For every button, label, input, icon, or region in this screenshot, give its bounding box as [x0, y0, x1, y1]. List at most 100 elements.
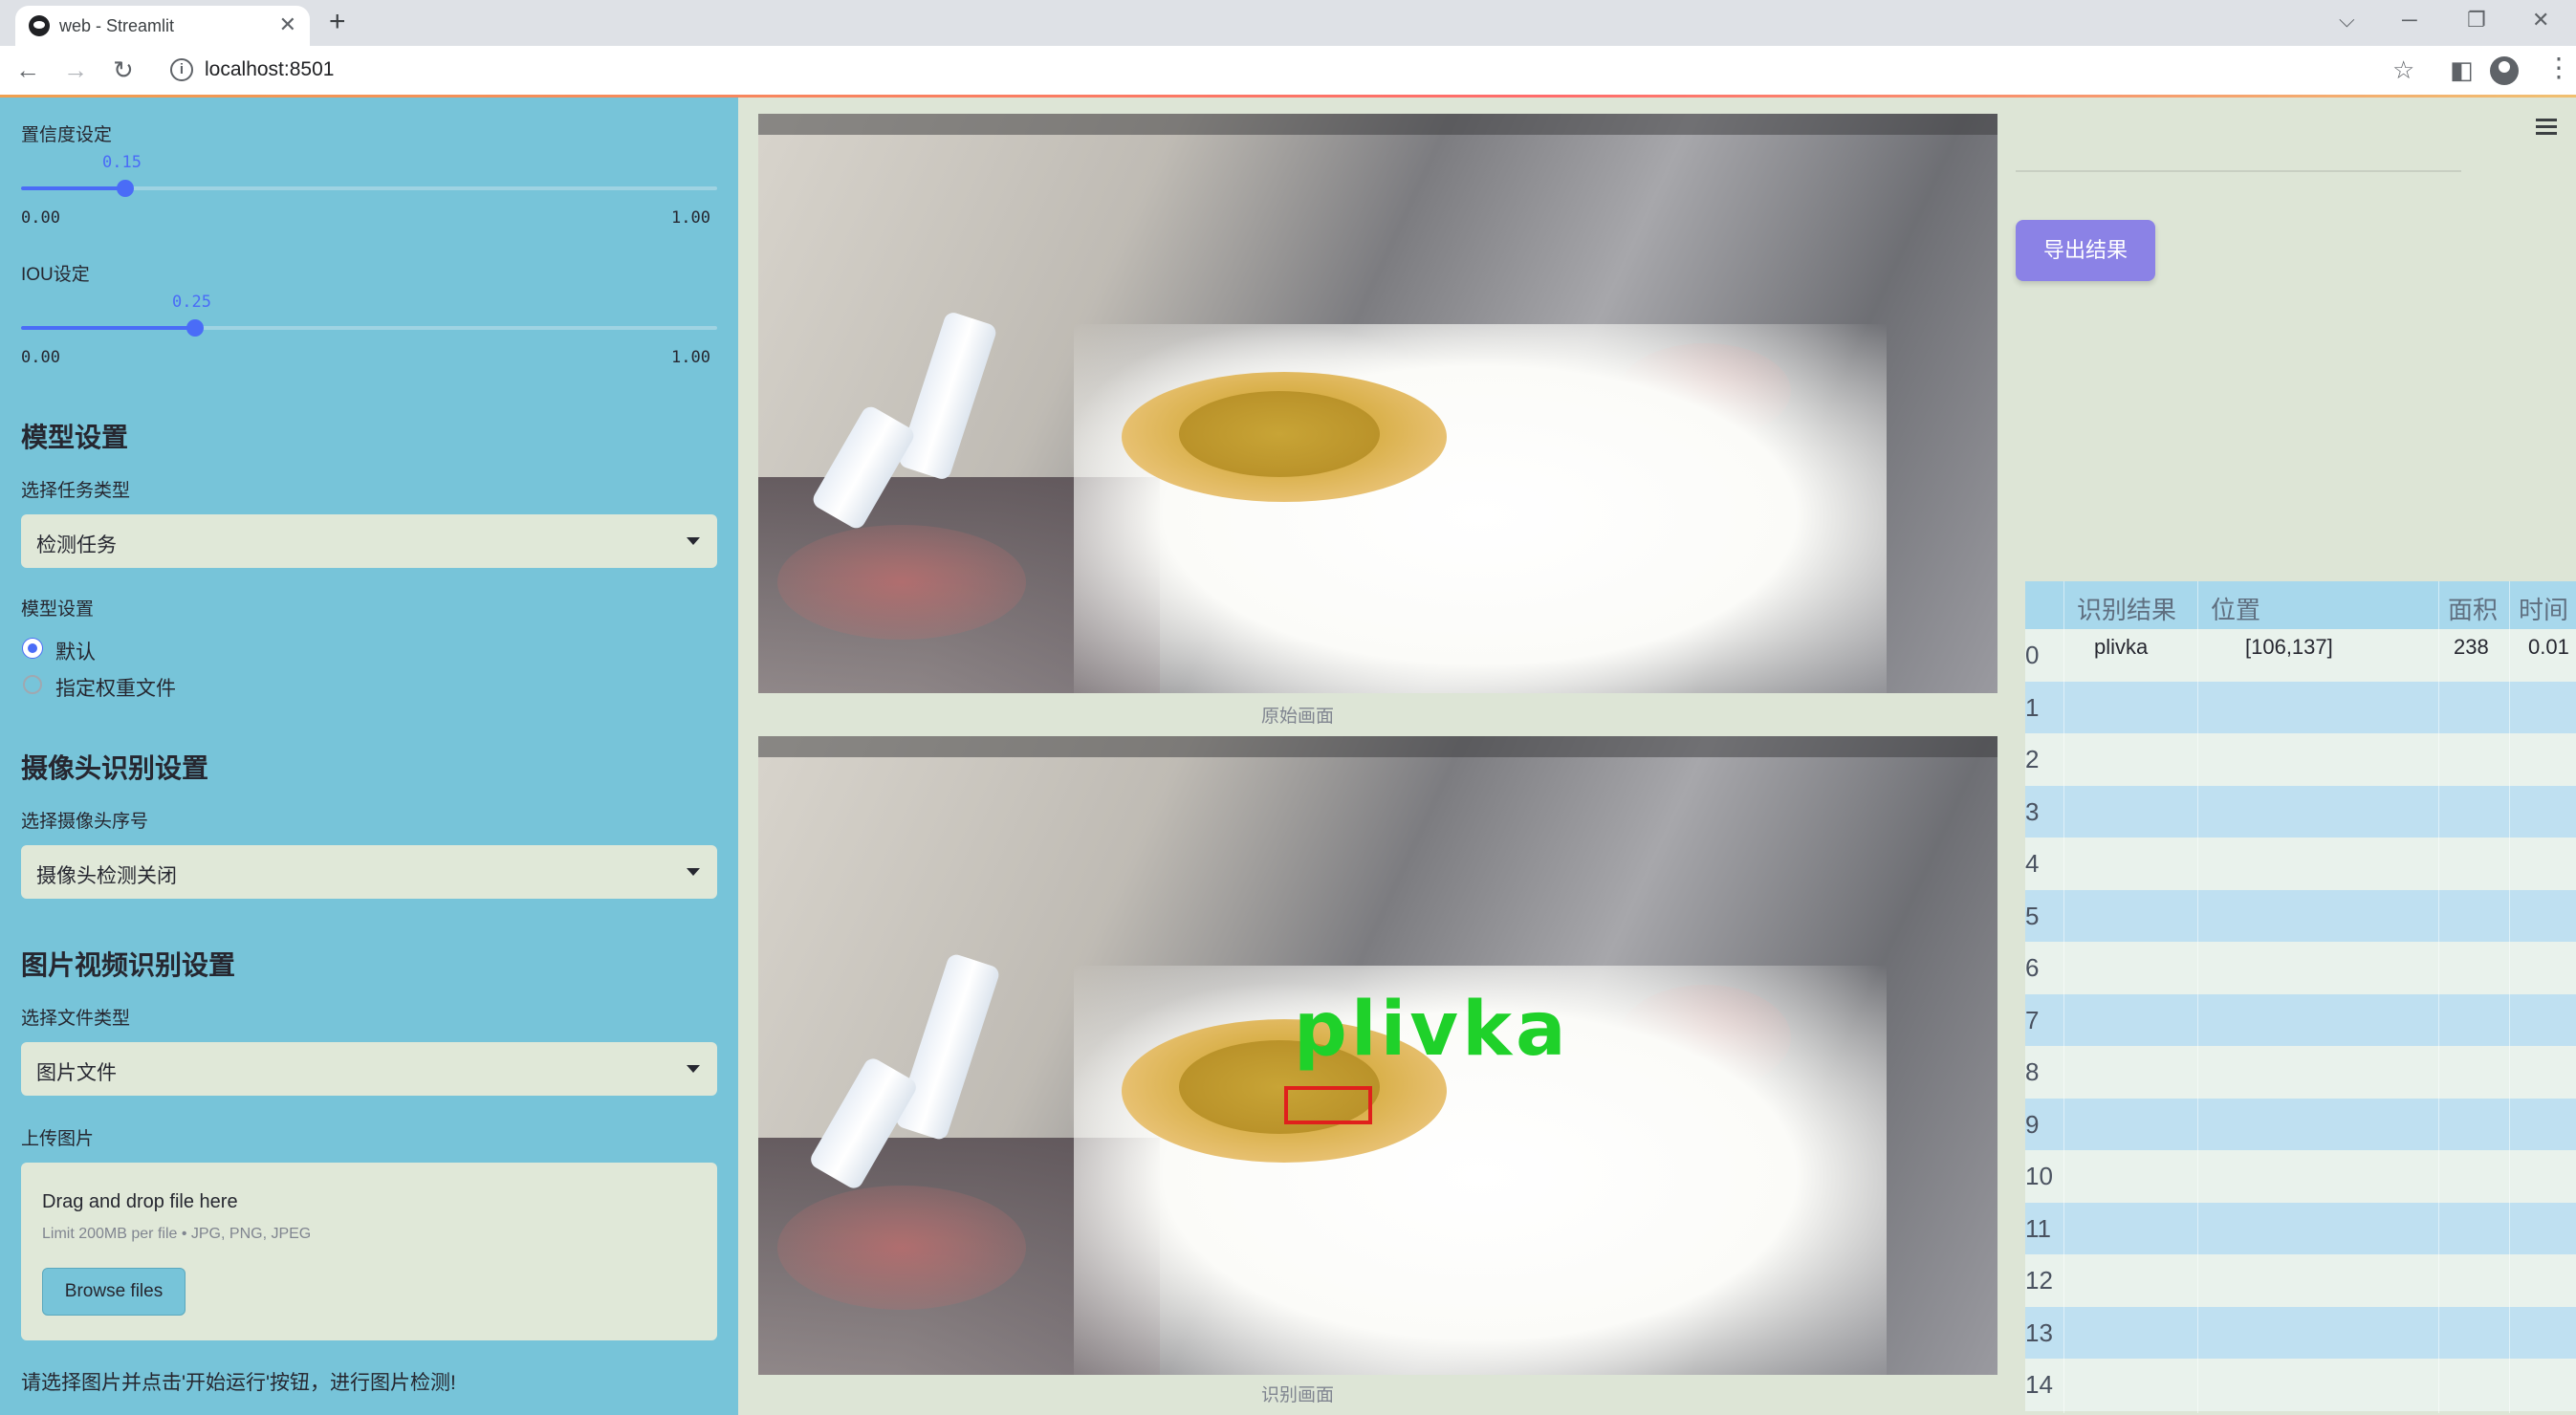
- back-icon[interactable]: ←: [15, 55, 40, 85]
- column-header[interactable]: 时间: [2519, 591, 2568, 626]
- upload-label: 上传图片: [21, 1129, 95, 1149]
- result-image: plivka: [758, 736, 1997, 1375]
- browser-menu-icon[interactable]: ⋮: [2545, 52, 2572, 83]
- column-separator: [2509, 581, 2510, 1413]
- profile-avatar-icon[interactable]: [2490, 56, 2519, 85]
- image-object: [1179, 391, 1380, 477]
- restore-icon[interactable]: ❐: [2467, 8, 2486, 33]
- dropzone-title: Drag and drop file here: [42, 1191, 238, 1212]
- confidence-label: 置信度设定: [21, 125, 113, 145]
- model-sub-label: 模型设置: [21, 599, 95, 620]
- table-row[interactable]: 3: [2025, 785, 2576, 838]
- table-row[interactable]: 11: [2025, 1202, 2576, 1254]
- confidence-slider-thumb[interactable]: [117, 180, 135, 197]
- row-index: 7: [2025, 1005, 2040, 1034]
- iou-label: IOU设定: [21, 265, 90, 285]
- column-header[interactable]: 位置: [2211, 591, 2260, 626]
- row-index: 3: [2025, 796, 2040, 826]
- new-tab-icon[interactable]: +: [329, 6, 346, 38]
- row-index: 14: [2025, 1370, 2053, 1399]
- table-row[interactable]: 1: [2025, 681, 2576, 733]
- row-index: 4: [2025, 849, 2040, 878]
- window-close-icon[interactable]: ✕: [2532, 8, 2549, 33]
- file-dropzone[interactable]: Drag and drop file here Limit 200MB per …: [21, 1163, 717, 1340]
- chevron-down-icon: [687, 868, 700, 876]
- image-region: [758, 114, 1997, 135]
- iou-min: 0.00: [21, 348, 60, 367]
- browser-tab-bar: web - Streamlit ✕ + ⌵ ─ ❐ ✕: [0, 0, 2576, 46]
- confidence-value: 0.15: [102, 153, 142, 172]
- confidence-max: 1.00: [671, 208, 710, 228]
- row-index: 12: [2025, 1266, 2053, 1295]
- table-row[interactable]: 6: [2025, 942, 2576, 994]
- instruction-text: 请选择图片并点击'开始运行'按钮，进行图片检测!: [21, 1372, 456, 1394]
- media-settings-heading: 图片视频识别设置: [21, 950, 236, 980]
- table-row[interactable]: 8: [2025, 1046, 2576, 1099]
- reload-icon[interactable]: ↻: [113, 55, 134, 85]
- row-index: 6: [2025, 953, 2040, 982]
- table-row[interactable]: 7: [2025, 993, 2576, 1046]
- image-region: [777, 1186, 1026, 1310]
- image-region: [897, 310, 998, 482]
- dropzone-limit: Limit 200MB per file • JPG, PNG, JPEG: [42, 1226, 312, 1242]
- side-panel-icon[interactable]: ◧: [2450, 55, 2474, 85]
- bookmark-star-icon[interactable]: ☆: [2392, 55, 2414, 85]
- row-index: 8: [2025, 1057, 2040, 1086]
- table-row[interactable]: 12: [2025, 1254, 2576, 1307]
- table-row[interactable]: 13: [2025, 1306, 2576, 1359]
- row-index: 5: [2025, 901, 2040, 930]
- tab-search-chevron-icon[interactable]: ⌵: [2339, 8, 2355, 33]
- table-row[interactable]: 4: [2025, 838, 2576, 890]
- cell-area: 238: [2454, 635, 2489, 659]
- camera-index-label: 选择摄像头序号: [21, 812, 149, 832]
- file-type-select[interactable]: 图片文件: [21, 1042, 717, 1096]
- export-results-button[interactable]: 导出结果: [2016, 220, 2155, 281]
- model-settings-heading: 模型设置: [21, 423, 129, 452]
- iou-slider[interactable]: [21, 319, 717, 337]
- forward-icon[interactable]: →: [63, 55, 88, 85]
- minimize-icon[interactable]: ─: [2402, 8, 2417, 33]
- radio-selected-icon: [23, 639, 42, 658]
- task-type-value: 检测任务: [36, 534, 117, 556]
- camera-index-select[interactable]: 摄像头检测关闭: [21, 845, 717, 899]
- column-header[interactable]: 面积: [2448, 591, 2498, 626]
- chevron-down-icon: [687, 1065, 700, 1073]
- column-header[interactable]: 识别结果: [2077, 591, 2176, 626]
- table-row[interactable]: 0 plivka [106,137] 238 0.01: [2025, 629, 2576, 682]
- hamburger-menu-icon[interactable]: [2536, 119, 2557, 136]
- result-caption: 识别画面: [1261, 1385, 1335, 1405]
- detection-box: [1284, 1086, 1372, 1124]
- site-info-icon[interactable]: i: [170, 58, 193, 81]
- table-row[interactable]: 14: [2025, 1359, 2576, 1411]
- close-tab-icon[interactable]: ✕: [279, 12, 296, 37]
- image-region: [758, 736, 1997, 757]
- cell-time: 0.01: [2528, 635, 2569, 659]
- browse-files-button[interactable]: Browse files: [42, 1268, 186, 1316]
- chevron-down-icon: [687, 537, 700, 545]
- task-type-select[interactable]: 检测任务: [21, 514, 717, 568]
- original-image: [758, 114, 1997, 693]
- task-type-label: 选择任务类型: [21, 481, 131, 501]
- row-index: 1: [2025, 692, 2040, 722]
- address-bar[interactable]: localhost:8501: [205, 58, 334, 81]
- browser-tab[interactable]: web - Streamlit ✕: [15, 6, 310, 46]
- confidence-slider-fill: [21, 186, 126, 190]
- radio-custom-label: 指定权重文件: [55, 678, 176, 700]
- table-row[interactable]: 2: [2025, 733, 2576, 786]
- row-index: 9: [2025, 1109, 2040, 1139]
- table-row[interactable]: 10: [2025, 1150, 2576, 1203]
- row-index: 0: [2025, 641, 2040, 669]
- row-index: 13: [2025, 1317, 2053, 1347]
- iou-slider-thumb[interactable]: [186, 319, 204, 337]
- tab-title: web - Streamlit: [59, 16, 175, 35]
- streamlit-favicon-icon: [29, 15, 50, 36]
- table-row[interactable]: 5: [2025, 889, 2576, 942]
- confidence-slider[interactable]: [21, 180, 717, 197]
- divider: [2016, 170, 2461, 172]
- detection-label: plivka: [1294, 987, 1570, 1073]
- confidence-min: 0.00: [21, 208, 60, 228]
- column-separator: [2063, 581, 2064, 1413]
- file-type-value: 图片文件: [36, 1062, 117, 1084]
- table-row[interactable]: 9: [2025, 1098, 2576, 1150]
- camera-settings-heading: 摄像头识别设置: [21, 753, 209, 783]
